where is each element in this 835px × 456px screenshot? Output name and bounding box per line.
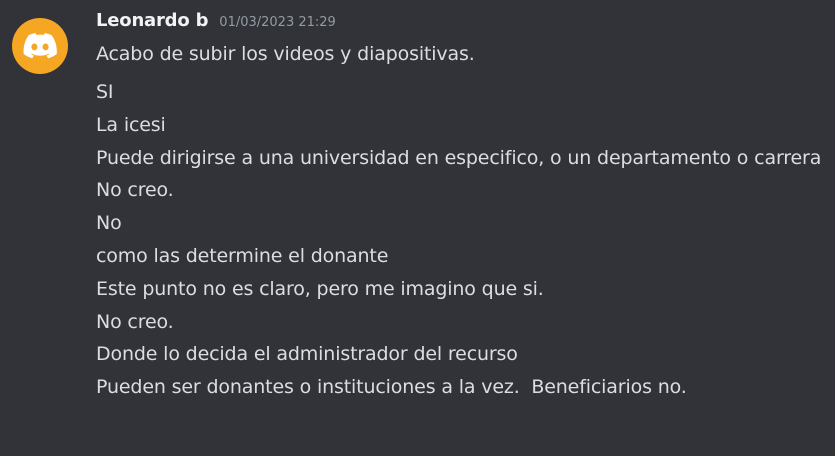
message-line: No creo.: [96, 310, 174, 333]
message-line: No: [96, 212, 122, 235]
message-line: La icesi: [96, 113, 166, 136]
message-line: Donde lo decida el administrador del rec…: [96, 343, 518, 366]
message-line: No creo.: [96, 179, 174, 202]
message-line: como las determine el donante: [96, 244, 389, 267]
discord-logo-icon: [23, 33, 57, 59]
message-line: Acabo de subir los videos y diapositivas…: [96, 43, 475, 65]
message-body: Acabo de subir los videos y diapositivas…: [96, 41, 835, 404]
chat-message: Leonardo b 01/03/2023 21:29 Acabo de sub…: [0, 0, 835, 456]
message-timestamp[interactable]: 01/03/2023 21:29: [219, 15, 336, 30]
message-line: Puede dirigirse a una universidad en esp…: [96, 146, 822, 169]
message-header: Leonardo b 01/03/2023 21:29: [96, 10, 835, 36]
message-line: Este punto no es claro, pero me imagino …: [96, 277, 544, 300]
message-line: Pueden ser donantes o instituciones a la…: [96, 376, 687, 399]
message-line: SI: [96, 81, 114, 103]
avatar[interactable]: [12, 18, 68, 74]
author-name[interactable]: Leonardo b: [96, 10, 208, 31]
